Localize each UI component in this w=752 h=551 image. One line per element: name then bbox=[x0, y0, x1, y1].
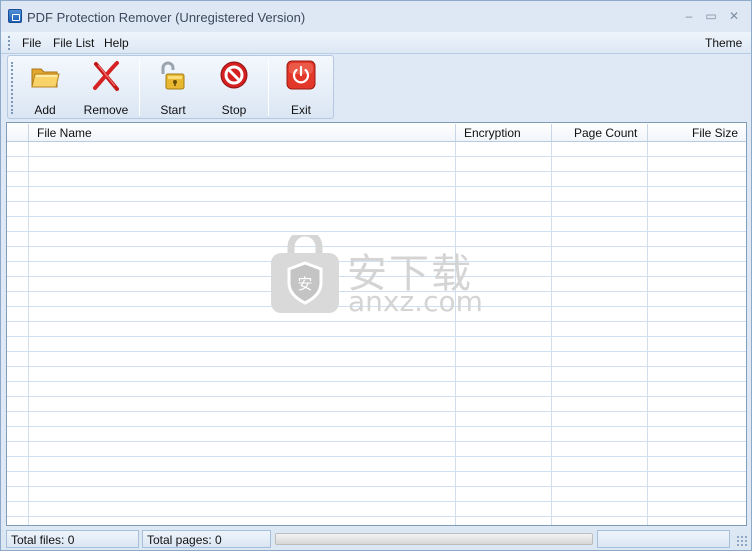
menu-file-list[interactable]: File List bbox=[53, 36, 94, 50]
watermark-text-en: anxz.com bbox=[348, 285, 483, 318]
app-icon bbox=[8, 9, 22, 23]
watermark-shield-char: 安 bbox=[297, 275, 312, 293]
minimize-button[interactable]: – bbox=[681, 9, 697, 23]
menu-file[interactable]: File bbox=[22, 36, 41, 50]
file-list-view[interactable]: File Name Encryption Page Count File Siz… bbox=[6, 122, 747, 526]
remove-button[interactable]: Remove bbox=[77, 58, 135, 118]
column-divider[interactable] bbox=[551, 124, 552, 141]
progress-bar bbox=[275, 533, 593, 545]
grid-line bbox=[28, 142, 29, 525]
start-button[interactable]: Start bbox=[144, 58, 202, 118]
watermark-shield-icon: 安 bbox=[271, 235, 339, 313]
add-label: Add bbox=[34, 103, 56, 117]
column-file-size[interactable]: File Size bbox=[692, 126, 738, 140]
window-title: PDF Protection Remover (Unregistered Ver… bbox=[27, 10, 306, 25]
column-divider[interactable] bbox=[28, 124, 29, 141]
status-total-files: Total files: 0 bbox=[6, 530, 139, 548]
menu-grip[interactable] bbox=[8, 36, 11, 50]
column-file-name[interactable]: File Name bbox=[37, 126, 92, 140]
stop-button[interactable]: Stop bbox=[205, 58, 263, 118]
add-button[interactable]: Add bbox=[16, 58, 74, 118]
resize-grip-icon[interactable] bbox=[736, 535, 748, 547]
grid-line bbox=[455, 142, 456, 525]
menu-help[interactable]: Help bbox=[104, 36, 129, 50]
stop-sign-icon bbox=[220, 61, 248, 89]
exit-label: Exit bbox=[290, 103, 311, 117]
power-icon bbox=[286, 60, 316, 90]
toolbar: Add Remove Start Stop Exit bbox=[7, 55, 334, 119]
column-divider[interactable] bbox=[647, 124, 648, 141]
toolbar-separator bbox=[139, 60, 140, 116]
column-encryption[interactable]: Encryption bbox=[464, 126, 521, 140]
red-x-icon bbox=[93, 61, 119, 91]
menu-bar: File File List Help Theme bbox=[1, 32, 751, 54]
grid-line bbox=[647, 142, 648, 525]
menu-theme[interactable]: Theme bbox=[705, 36, 742, 50]
close-button[interactable]: ✕ bbox=[726, 9, 742, 23]
toolbar-separator bbox=[268, 60, 269, 116]
unlock-padlock-icon bbox=[161, 61, 185, 90]
column-page-count[interactable]: Page Count bbox=[574, 126, 637, 140]
column-divider[interactable] bbox=[455, 124, 456, 141]
status-panel-empty bbox=[597, 530, 730, 548]
stop-label: Stop bbox=[221, 103, 247, 117]
app-window: PDF Protection Remover (Unregistered Ver… bbox=[0, 0, 752, 551]
title-bar[interactable]: PDF Protection Remover (Unregistered Ver… bbox=[1, 1, 751, 32]
exit-button[interactable]: Exit bbox=[272, 58, 330, 118]
list-header: File Name Encryption Page Count File Siz… bbox=[7, 123, 746, 142]
maximize-button[interactable]: ▭ bbox=[703, 9, 719, 23]
start-label: Start bbox=[160, 103, 186, 117]
toolbar-grip[interactable] bbox=[11, 62, 14, 114]
list-rows[interactable] bbox=[7, 142, 746, 525]
status-total-pages: Total pages: 0 bbox=[142, 530, 271, 548]
folder-icon bbox=[31, 68, 60, 88]
grid-line bbox=[551, 142, 552, 525]
remove-label: Remove bbox=[83, 103, 129, 117]
status-bar: Total files: 0 Total pages: 0 bbox=[1, 529, 751, 550]
